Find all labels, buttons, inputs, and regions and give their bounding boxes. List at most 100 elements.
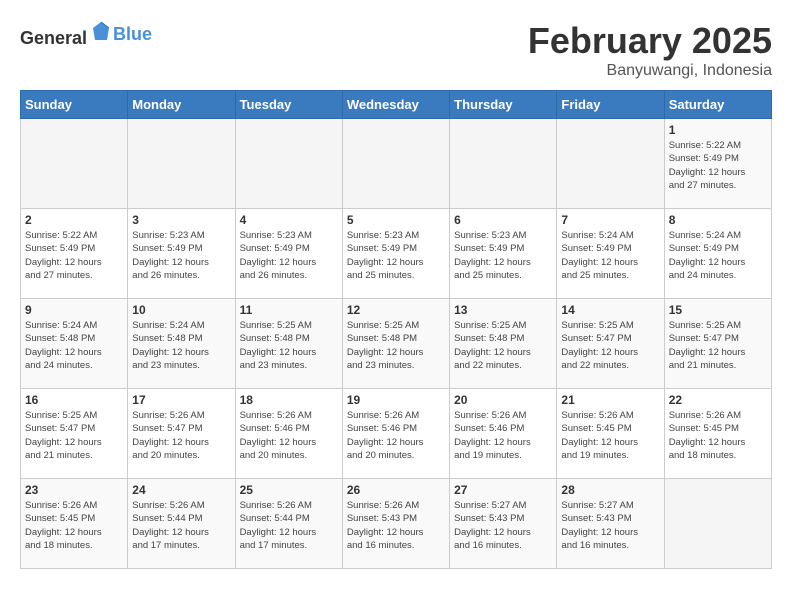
day-info: Sunrise: 5:26 AM Sunset: 5:45 PM Dayligh… bbox=[25, 499, 123, 552]
calendar-cell bbox=[128, 119, 235, 209]
calendar-cell: 17 Sunrise: 5:26 AM Sunset: 5:47 PM Dayli… bbox=[128, 389, 235, 479]
weekday-header-cell: Friday bbox=[557, 91, 664, 119]
day-info: Sunrise: 5:25 AM Sunset: 5:47 PM Dayligh… bbox=[669, 319, 767, 372]
day-number: 25 bbox=[240, 483, 338, 497]
calendar-cell: 14 Sunrise: 5:25 AM Sunset: 5:47 PM Dayli… bbox=[557, 299, 664, 389]
day-number: 1 bbox=[669, 123, 767, 137]
calendar-cell: 10 Sunrise: 5:24 AM Sunset: 5:48 PM Dayli… bbox=[128, 299, 235, 389]
day-info: Sunrise: 5:26 AM Sunset: 5:43 PM Dayligh… bbox=[347, 499, 445, 552]
day-number: 11 bbox=[240, 303, 338, 317]
calendar-cell bbox=[342, 119, 449, 209]
day-number: 24 bbox=[132, 483, 230, 497]
day-info: Sunrise: 5:25 AM Sunset: 5:47 PM Dayligh… bbox=[561, 319, 659, 372]
day-info: Sunrise: 5:26 AM Sunset: 5:46 PM Dayligh… bbox=[240, 409, 338, 462]
day-number: 13 bbox=[454, 303, 552, 317]
day-number: 9 bbox=[25, 303, 123, 317]
calendar-cell bbox=[664, 479, 771, 569]
logo-icon bbox=[89, 20, 113, 44]
weekday-header-cell: Sunday bbox=[21, 91, 128, 119]
weekday-header-cell: Thursday bbox=[450, 91, 557, 119]
calendar-cell: 15 Sunrise: 5:25 AM Sunset: 5:47 PM Dayli… bbox=[664, 299, 771, 389]
day-info: Sunrise: 5:24 AM Sunset: 5:49 PM Dayligh… bbox=[561, 229, 659, 282]
calendar-week-row: 16 Sunrise: 5:25 AM Sunset: 5:47 PM Dayli… bbox=[21, 389, 772, 479]
calendar-cell: 28Sunrise: 5:27 AM Sunset: 5:43 PM Dayli… bbox=[557, 479, 664, 569]
day-info: Sunrise: 5:27 AM Sunset: 5:43 PM Dayligh… bbox=[454, 499, 552, 552]
calendar-cell: 1 Sunrise: 5:22 AM Sunset: 5:49 PM Daylig… bbox=[664, 119, 771, 209]
day-number: 21 bbox=[561, 393, 659, 407]
day-info: Sunrise: 5:25 AM Sunset: 5:47 PM Dayligh… bbox=[25, 409, 123, 462]
day-number: 19 bbox=[347, 393, 445, 407]
day-info: Sunrise: 5:23 AM Sunset: 5:49 PM Dayligh… bbox=[132, 229, 230, 282]
day-number: 5 bbox=[347, 213, 445, 227]
day-info: Sunrise: 5:25 AM Sunset: 5:48 PM Dayligh… bbox=[240, 319, 338, 372]
calendar-cell: 22 Sunrise: 5:26 AM Sunset: 5:45 PM Dayli… bbox=[664, 389, 771, 479]
weekday-header-cell: Saturday bbox=[664, 91, 771, 119]
day-number: 14 bbox=[561, 303, 659, 317]
day-info: Sunrise: 5:25 AM Sunset: 5:48 PM Dayligh… bbox=[347, 319, 445, 372]
calendar-cell: 27 Sunrise: 5:27 AM Sunset: 5:43 PM Dayli… bbox=[450, 479, 557, 569]
day-info: Sunrise: 5:26 AM Sunset: 5:44 PM Dayligh… bbox=[132, 499, 230, 552]
calendar-cell: 6Sunrise: 5:23 AM Sunset: 5:49 PM Daylig… bbox=[450, 209, 557, 299]
day-number: 23 bbox=[25, 483, 123, 497]
title-section: February 2025 Banyuwangi, Indonesia bbox=[528, 20, 772, 80]
day-number: 22 bbox=[669, 393, 767, 407]
day-info: Sunrise: 5:26 AM Sunset: 5:46 PM Dayligh… bbox=[347, 409, 445, 462]
day-info: Sunrise: 5:24 AM Sunset: 5:48 PM Dayligh… bbox=[132, 319, 230, 372]
day-info: Sunrise: 5:26 AM Sunset: 5:45 PM Dayligh… bbox=[561, 409, 659, 462]
logo: General Blue bbox=[20, 20, 152, 49]
calendar-cell: 2 Sunrise: 5:22 AM Sunset: 5:49 PM Daylig… bbox=[21, 209, 128, 299]
calendar-week-row: 2 Sunrise: 5:22 AM Sunset: 5:49 PM Daylig… bbox=[21, 209, 772, 299]
logo-general: General bbox=[20, 28, 87, 48]
day-number: 20 bbox=[454, 393, 552, 407]
day-number: 7 bbox=[561, 213, 659, 227]
day-number: 27 bbox=[454, 483, 552, 497]
calendar-cell: 13 Sunrise: 5:25 AM Sunset: 5:48 PM Dayli… bbox=[450, 299, 557, 389]
day-number: 2 bbox=[25, 213, 123, 227]
day-info: Sunrise: 5:26 AM Sunset: 5:45 PM Dayligh… bbox=[669, 409, 767, 462]
weekday-header-cell: Monday bbox=[128, 91, 235, 119]
calendar-cell bbox=[21, 119, 128, 209]
calendar-week-row: 23 Sunrise: 5:26 AM Sunset: 5:45 PM Dayli… bbox=[21, 479, 772, 569]
calendar-week-row: 9 Sunrise: 5:24 AM Sunset: 5:48 PM Daylig… bbox=[21, 299, 772, 389]
day-info: Sunrise: 5:27 AM Sunset: 5:43 PM Dayligh… bbox=[561, 499, 659, 552]
calendar-cell: 9 Sunrise: 5:24 AM Sunset: 5:48 PM Daylig… bbox=[21, 299, 128, 389]
calendar-cell: 20Sunrise: 5:26 AM Sunset: 5:46 PM Dayli… bbox=[450, 389, 557, 479]
day-number: 8 bbox=[669, 213, 767, 227]
day-number: 10 bbox=[132, 303, 230, 317]
calendar-cell: 8Sunrise: 5:24 AM Sunset: 5:49 PM Daylig… bbox=[664, 209, 771, 299]
day-info: Sunrise: 5:22 AM Sunset: 5:49 PM Dayligh… bbox=[25, 229, 123, 282]
header: General Blue February 2025 Banyuwangi, I… bbox=[20, 20, 772, 80]
calendar-cell bbox=[235, 119, 342, 209]
day-number: 15 bbox=[669, 303, 767, 317]
day-info: Sunrise: 5:23 AM Sunset: 5:49 PM Dayligh… bbox=[347, 229, 445, 282]
calendar-cell: 3Sunrise: 5:23 AM Sunset: 5:49 PM Daylig… bbox=[128, 209, 235, 299]
day-info: Sunrise: 5:24 AM Sunset: 5:48 PM Dayligh… bbox=[25, 319, 123, 372]
day-number: 12 bbox=[347, 303, 445, 317]
calendar-title: February 2025 bbox=[528, 20, 772, 62]
day-info: Sunrise: 5:26 AM Sunset: 5:47 PM Dayligh… bbox=[132, 409, 230, 462]
day-number: 16 bbox=[25, 393, 123, 407]
calendar-cell: 24 Sunrise: 5:26 AM Sunset: 5:44 PM Dayli… bbox=[128, 479, 235, 569]
day-number: 18 bbox=[240, 393, 338, 407]
calendar-body: 1 Sunrise: 5:22 AM Sunset: 5:49 PM Daylig… bbox=[21, 119, 772, 569]
day-number: 17 bbox=[132, 393, 230, 407]
calendar-cell: 19 Sunrise: 5:26 AM Sunset: 5:46 PM Dayli… bbox=[342, 389, 449, 479]
calendar-cell bbox=[557, 119, 664, 209]
day-info: Sunrise: 5:26 AM Sunset: 5:44 PM Dayligh… bbox=[240, 499, 338, 552]
calendar-cell: 23 Sunrise: 5:26 AM Sunset: 5:45 PM Dayli… bbox=[21, 479, 128, 569]
calendar-cell: 11 Sunrise: 5:25 AM Sunset: 5:48 PM Dayli… bbox=[235, 299, 342, 389]
calendar-cell: 5 Sunrise: 5:23 AM Sunset: 5:49 PM Daylig… bbox=[342, 209, 449, 299]
day-number: 4 bbox=[240, 213, 338, 227]
weekday-header-cell: Wednesday bbox=[342, 91, 449, 119]
calendar-cell: 7 Sunrise: 5:24 AM Sunset: 5:49 PM Daylig… bbox=[557, 209, 664, 299]
day-info: Sunrise: 5:22 AM Sunset: 5:49 PM Dayligh… bbox=[669, 139, 767, 192]
calendar-table: SundayMondayTuesdayWednesdayThursdayFrid… bbox=[20, 90, 772, 569]
weekday-header-cell: Tuesday bbox=[235, 91, 342, 119]
calendar-cell: 26Sunrise: 5:26 AM Sunset: 5:43 PM Dayli… bbox=[342, 479, 449, 569]
weekday-header-row: SundayMondayTuesdayWednesdayThursdayFrid… bbox=[21, 91, 772, 119]
calendar-subtitle: Banyuwangi, Indonesia bbox=[528, 62, 772, 80]
calendar-week-row: 1 Sunrise: 5:22 AM Sunset: 5:49 PM Daylig… bbox=[21, 119, 772, 209]
day-info: Sunrise: 5:25 AM Sunset: 5:48 PM Dayligh… bbox=[454, 319, 552, 372]
calendar-cell: 16 Sunrise: 5:25 AM Sunset: 5:47 PM Dayli… bbox=[21, 389, 128, 479]
logo-blue: Blue bbox=[113, 24, 152, 45]
